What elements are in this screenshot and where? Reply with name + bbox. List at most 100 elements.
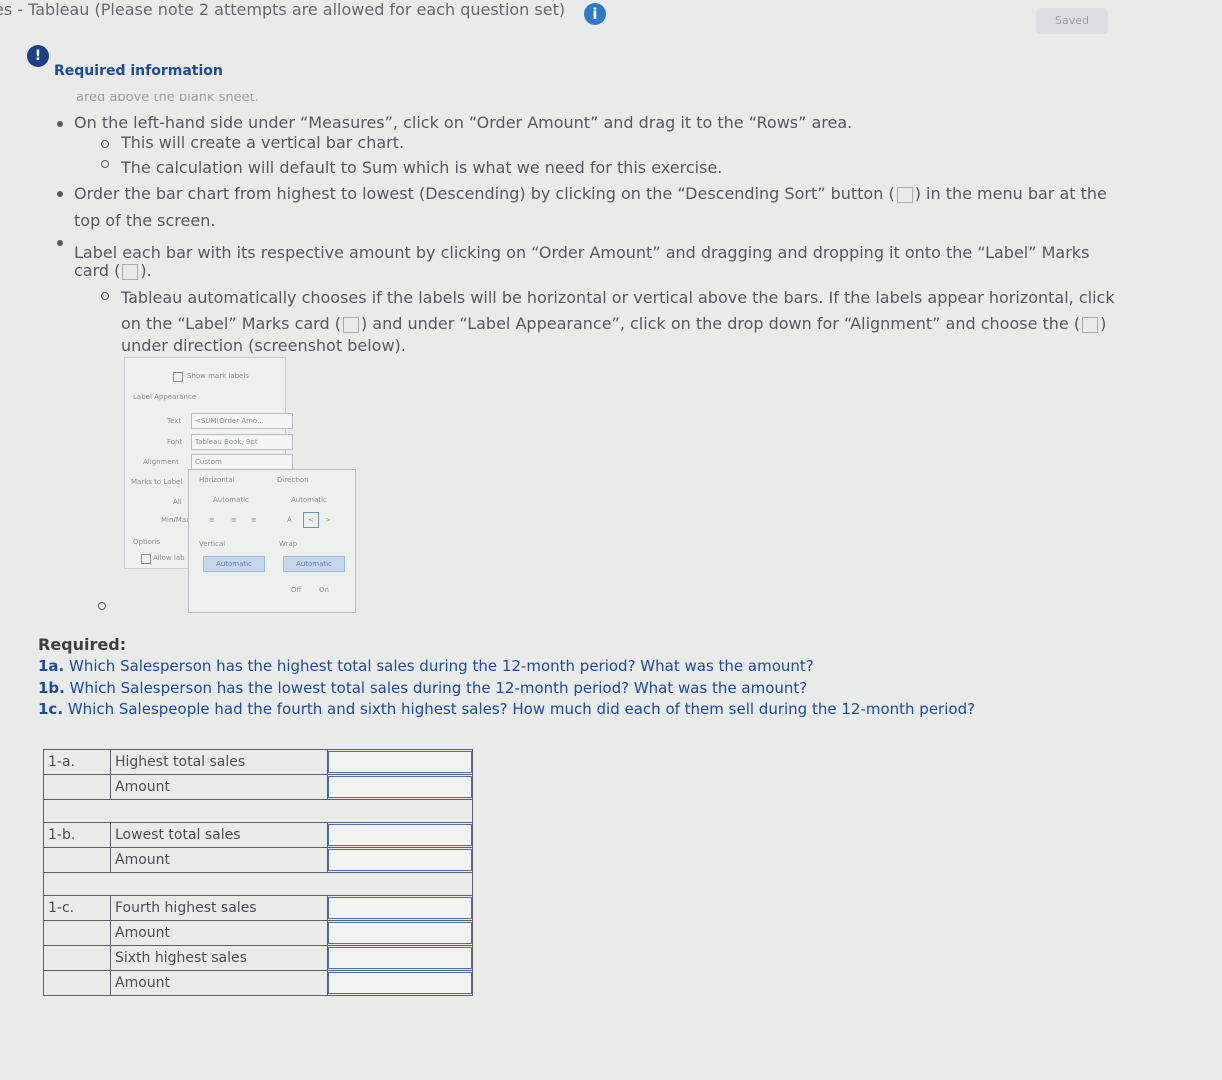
sixth-amount-input[interactable]	[328, 972, 472, 994]
options-text: Options	[133, 538, 161, 546]
info-icon[interactable]: i	[584, 3, 606, 25]
question-1c: 1c. Which Salespeople had the fourth and…	[38, 700, 975, 718]
automatic-text: Automatic	[291, 496, 327, 504]
highest-sales-input[interactable]	[328, 751, 472, 773]
fourth-amount-input[interactable]	[328, 922, 472, 944]
direction-text: Direction	[277, 476, 309, 484]
table-row: 1-b. Lowest total sales	[43, 822, 473, 848]
min-max-text: Min/Max	[161, 516, 191, 524]
text-field: <SUM(Order Amo...	[191, 413, 293, 429]
instruction-label-appearance: on the “Label” Marks card ( ) and under “…	[121, 313, 1106, 335]
align-left-icon: ≡	[209, 516, 215, 524]
bullet-dot	[57, 191, 63, 197]
cut-off-text: ared above the blank sheet.	[76, 94, 259, 104]
row-number	[43, 970, 111, 996]
spacer-cell	[43, 799, 473, 823]
lowest-sales-input[interactable]	[328, 824, 472, 846]
text-fragment: Order the bar chart from highest to lowe…	[74, 184, 895, 203]
row-number	[43, 774, 111, 800]
top-bar: es - Tableau (Please note 2 attempts are…	[0, 0, 1222, 34]
row-label: Fourth highest sales	[110, 895, 328, 921]
instruction-descending-sort: Order the bar chart from highest to lowe…	[74, 183, 1107, 205]
answer-cell	[327, 774, 473, 800]
row-label: Amount	[110, 774, 328, 800]
text-fragment: ) and under “Label Appearance”, click on…	[360, 314, 1081, 333]
sixth-highest-sales-input[interactable]	[328, 947, 472, 969]
lowest-amount-input[interactable]	[328, 849, 472, 871]
table-row: Amount	[43, 774, 473, 800]
label-appearance-text: Label Appearance	[133, 393, 197, 401]
row-label: Sixth highest sales	[110, 945, 328, 971]
instruction-under-direction: under direction (screenshot below).	[121, 336, 406, 355]
question-1b: 1b. Which Salesperson has the lowest tot…	[38, 679, 807, 697]
saved-status-button[interactable]: Saved	[1036, 8, 1108, 34]
horizontal-text: Horizontal	[199, 476, 235, 484]
text-fragment: card (	[74, 261, 121, 280]
answer-cell	[327, 822, 473, 848]
table-row: 1-c. Fourth highest sales	[43, 895, 473, 921]
direction-left-icon: <	[303, 512, 319, 528]
row-number	[43, 945, 111, 971]
table-row: 1-a. Highest total sales	[43, 749, 473, 775]
font-value: Tableau Book, 9pt	[195, 438, 258, 446]
row-label: Highest total sales	[110, 749, 328, 775]
fourth-highest-sales-input[interactable]	[328, 897, 472, 919]
descending-sort-icon	[896, 186, 913, 203]
bullet-dot	[57, 121, 63, 127]
all-text: All	[173, 498, 182, 506]
table-spacer-row	[43, 799, 473, 823]
font-field: Tableau Book, 9pt	[191, 434, 293, 450]
alert-icon: !	[27, 45, 49, 67]
answer-cell	[327, 749, 473, 775]
row-number	[43, 847, 111, 873]
on-text: On	[319, 586, 329, 594]
show-mark-labels-text: Show mark labels	[187, 372, 249, 380]
question-number: 1a.	[38, 657, 65, 675]
checkbox-icon	[141, 554, 151, 564]
table-spacer-row	[43, 872, 473, 896]
checkbox-icon	[173, 372, 183, 382]
sub-bullet	[98, 602, 106, 610]
highest-amount-input[interactable]	[328, 776, 472, 798]
instruction-measures: On the left-hand side under “Measures”, …	[74, 113, 853, 132]
allow-label-text: Allow lab	[153, 554, 185, 562]
direction-right-icon: >	[325, 516, 331, 524]
text-fragment: ) in the menu bar at the	[914, 184, 1107, 203]
align-right-icon: ≡	[251, 516, 257, 524]
instruction-top-of-screen: top of the screen.	[74, 211, 216, 230]
direction-up-icon: A	[287, 516, 292, 524]
label-marks-icon	[122, 263, 139, 280]
answer-cell	[327, 847, 473, 873]
vertical-automatic-button: Automatic	[203, 556, 265, 572]
question-text: Which Salespeople had the fourth and six…	[67, 700, 976, 718]
table-row: Sixth highest sales	[43, 945, 473, 971]
answer-cell	[327, 945, 473, 971]
text-fragment: )	[1100, 314, 1107, 333]
automatic-text: Automatic	[213, 496, 249, 504]
text-fragment: ).	[140, 261, 152, 280]
instruction-label-card: card ().	[74, 260, 152, 282]
answer-cell	[327, 895, 473, 921]
question-text: Which Salesperson has the highest total …	[69, 657, 814, 675]
text-fragment: on the “Label” Marks card (	[121, 314, 341, 333]
row-number: 1-b.	[43, 822, 111, 848]
sub-bullet	[101, 140, 109, 148]
sub-bullet	[101, 292, 109, 300]
table-row: Amount	[43, 847, 473, 873]
label-settings-screenshot: Show mark labels Label Appearance Text <…	[124, 357, 356, 613]
assignment-title: es - Tableau (Please note 2 attempts are…	[0, 0, 566, 19]
instruction-sum-default: The calculation will default to Sum whic…	[121, 158, 723, 177]
answer-cell	[327, 920, 473, 946]
table-row: Amount	[43, 920, 473, 946]
alignment-dropdown: Horizontal Direction Automatic Automatic…	[188, 469, 356, 613]
instruction-vertical-bar: This will create a vertical bar chart.	[121, 133, 405, 152]
label-marks-icon	[342, 316, 359, 333]
question-text: Which Salesperson has the lowest total s…	[69, 679, 808, 697]
required-heading: Required:	[38, 635, 127, 654]
alignment-value: Custom	[195, 458, 222, 466]
row-number	[43, 920, 111, 946]
alignment-label: Alignment	[143, 458, 179, 466]
wrap-text: Wrap	[279, 540, 298, 548]
alignment-field: Custom	[191, 454, 293, 470]
row-number: 1-c.	[43, 895, 111, 921]
